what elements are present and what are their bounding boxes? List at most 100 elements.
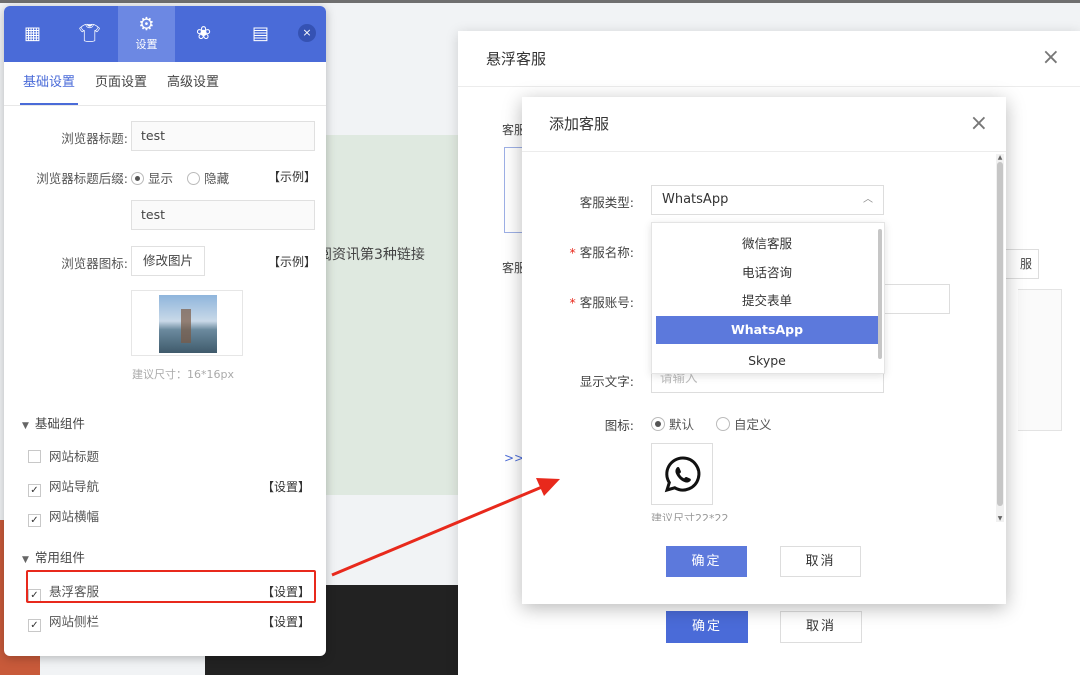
dropdown-option-selected[interactable]: WhatsApp (656, 316, 878, 344)
site-nav-checkbox[interactable]: ✓ (28, 484, 41, 497)
scroll-down-icon[interactable]: ▼ (996, 515, 1004, 522)
suffix-value-row: test (4, 200, 326, 230)
change-image-button[interactable]: 修改图片 (131, 246, 205, 276)
sidebar-checkbox[interactable]: ✓ (28, 619, 41, 632)
suffix-hide-radio[interactable] (187, 172, 201, 185)
cancel-button[interactable]: 取消 (780, 546, 861, 577)
scrollbar-thumb[interactable] (997, 162, 1003, 506)
required-mark: * (569, 295, 576, 310)
icon-default-radio[interactable] (651, 417, 665, 431)
background-link-text[interactable]: 阅资讯第3种链接 (318, 244, 425, 264)
gear-icon: ⚙ (138, 14, 155, 35)
favicon-image (159, 295, 217, 353)
chevron-up-icon: ︿ (863, 194, 873, 205)
component-row: ✓ 网站侧栏 【设置】 (28, 611, 318, 633)
inner-modal-header: 添加客服 × (522, 97, 1006, 152)
modal-scrollbar[interactable]: ▲ ▼ (996, 154, 1004, 522)
scroll-up-icon[interactable]: ▲ (996, 154, 1004, 161)
close-icon[interactable]: × (1042, 31, 1060, 85)
outer-style-box[interactable] (504, 147, 524, 233)
icon-example-link[interactable]: 【示例】 (268, 253, 316, 270)
caret-down-icon: ▼ (22, 421, 29, 431)
service-account-label-wrap: * 客服账号: (570, 292, 634, 311)
service-type-value: WhatsApp (662, 192, 729, 207)
panel-close-button[interactable]: × (298, 24, 316, 42)
icon-preview[interactable] (651, 443, 713, 505)
tab-components[interactable]: ▦ (4, 6, 61, 62)
icon-custom-label: 自定义 (734, 417, 772, 432)
tab-plugins[interactable]: ❀ (175, 6, 232, 62)
dropdown-scrollbar[interactable] (878, 229, 882, 359)
tab-theme[interactable]: 👕︎ (61, 6, 118, 62)
close-icon[interactable]: × (970, 97, 988, 150)
panel-tab-bar: ▦ 👕︎ ⚙ 设置 ❀ ▤ × (4, 6, 326, 62)
service-name-label: 客服名称: (579, 245, 634, 260)
shirt-icon: 👕︎ (78, 23, 101, 44)
common-components-title: 常用组件 (34, 550, 85, 565)
suffix-example-link[interactable]: 【示例】 (268, 168, 316, 185)
icon-label: 图标: (604, 418, 634, 433)
site-title-label: 网站标题 (49, 449, 100, 464)
basic-components-header[interactable]: ▼ 基础组件 (22, 413, 85, 432)
title-suffix-row: 浏览器标题后缀: 显示 隐藏 【示例】 (4, 161, 326, 191)
site-banner-label: 网站横幅 (49, 509, 100, 524)
dropdown-option[interactable]: 微信客服 (656, 230, 878, 258)
dropdown-option[interactable]: Skype (656, 347, 878, 373)
tab-settings[interactable]: ⚙ 设置 (118, 6, 175, 62)
common-components-header[interactable]: ▼ 常用组件 (22, 547, 85, 566)
suffix-radio-group: 显示 隐藏 (131, 168, 239, 187)
suffix-show-radio[interactable] (131, 172, 144, 185)
confirm-button[interactable]: 确定 (666, 546, 747, 577)
layout-icon: ▤ (251, 23, 269, 44)
outer-cancel-button[interactable]: 取消 (780, 611, 862, 643)
browser-icon-row: 浏览器图标: 修改图片 【示例】 (4, 246, 326, 276)
component-row: 网站标题 (28, 446, 318, 468)
service-name-label-wrap: * 客服名称: (570, 242, 634, 261)
settings-subtabs: 基础设置 页面设置 高级设置 (4, 62, 326, 106)
dropdown-option[interactable]: 电话咨询 (656, 259, 878, 287)
suffix-show-label: 显示 (148, 171, 174, 186)
icon-custom-radio[interactable] (716, 417, 730, 431)
browser-title-input[interactable]: test (131, 121, 315, 151)
tab-layout[interactable]: ▤ (232, 6, 289, 62)
outer-modal-title: 悬浮客服 (486, 50, 547, 68)
suffix-value-input[interactable]: test (131, 200, 315, 230)
service-type-label: 客服类型: (579, 195, 634, 210)
browser-icon-label: 浏览器图标: (61, 256, 128, 271)
sidebar-label: 网站侧栏 (49, 614, 100, 629)
caret-down-icon: ▼ (22, 555, 29, 565)
sidebar-settings-link[interactable]: 【设置】 (262, 613, 310, 630)
site-nav-settings-link[interactable]: 【设置】 (262, 478, 310, 495)
icon-radio-group: 默认 自定义 (651, 414, 782, 433)
top-strip (0, 0, 1080, 3)
subtab-basic[interactable]: 基础设置 (20, 62, 79, 105)
dropdown-option[interactable]: 提交表单 (656, 287, 878, 315)
favicon-size-hint: 建议尺寸：16*16px (132, 368, 234, 381)
icon-default-label: 默认 (669, 417, 695, 432)
component-row: ✓ 网站导航 【设置】 (28, 476, 318, 498)
site-nav-label: 网站导航 (49, 479, 100, 494)
component-row: ✓ 网站横幅 (28, 506, 318, 528)
site-banner-checkbox[interactable]: ✓ (28, 514, 41, 527)
title-suffix-label: 浏览器标题后缀: (36, 171, 128, 186)
outer-modal-header: 悬浮客服 × (458, 31, 1080, 87)
browser-title-label: 浏览器标题: (61, 131, 128, 146)
grid-icon: ▦ (23, 23, 41, 44)
service-account-label: 客服账号: (579, 295, 634, 310)
outer-add-button[interactable]: 服 (1005, 249, 1039, 279)
subtab-page[interactable]: 页面设置 (92, 62, 150, 105)
favicon-preview[interactable] (131, 290, 243, 356)
service-type-select[interactable]: WhatsApp ︿ (651, 185, 884, 215)
outer-confirm-button[interactable]: 确定 (666, 611, 748, 643)
required-mark: * (569, 245, 576, 260)
inner-modal-title: 添加客服 (549, 115, 610, 133)
subtab-advanced[interactable]: 高级设置 (164, 62, 222, 105)
outer-service-table (1018, 289, 1062, 431)
paw-icon: ❀ (195, 23, 212, 44)
whatsapp-icon (664, 456, 701, 493)
suffix-hide-label: 隐藏 (204, 171, 230, 186)
site-title-checkbox[interactable] (28, 450, 41, 463)
display-text-label: 显示文字: (579, 374, 634, 389)
highlight-box (26, 570, 316, 603)
icon-size-hint: 建议尺寸22*22 (651, 512, 729, 521)
